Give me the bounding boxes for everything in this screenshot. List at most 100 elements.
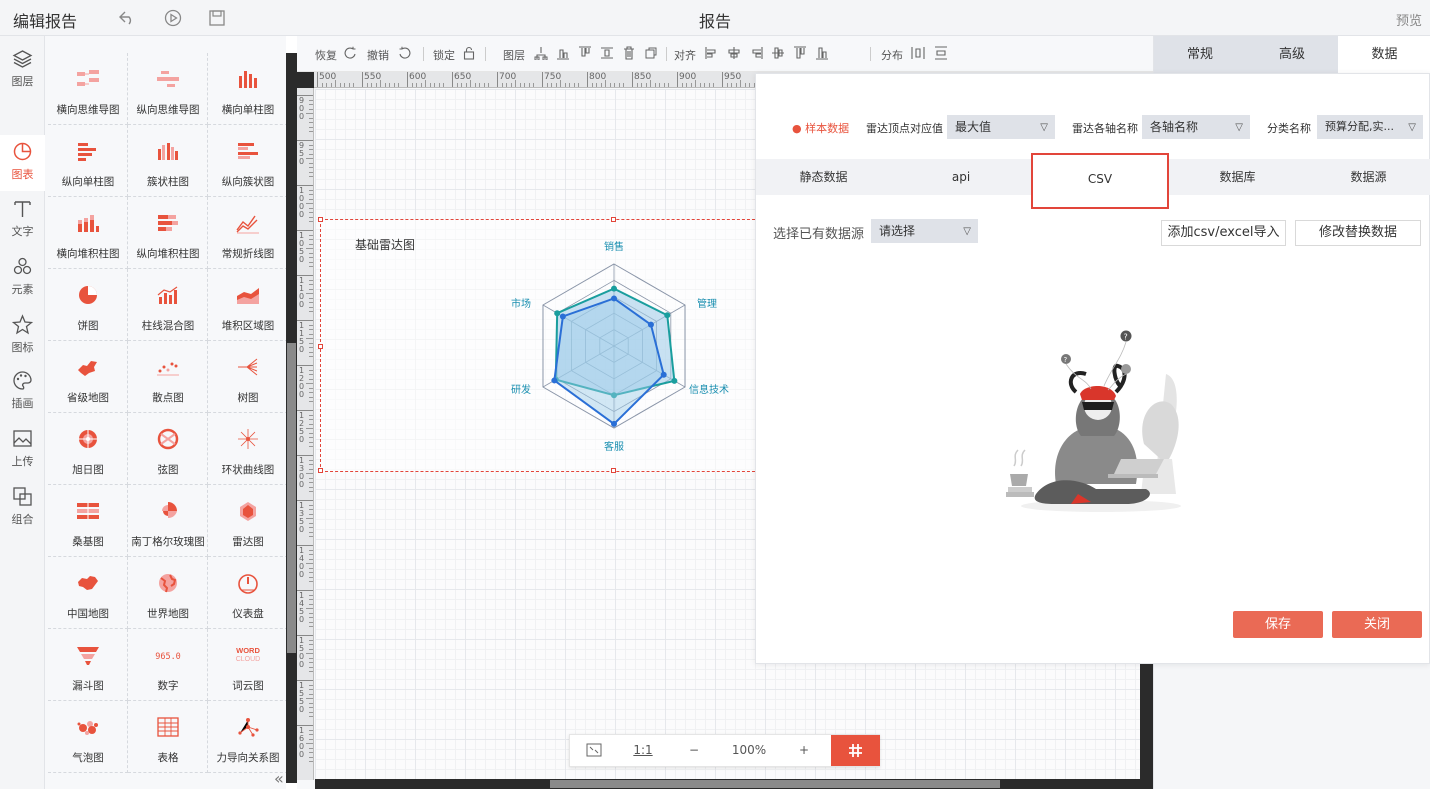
delete-icon[interactable]	[622, 46, 636, 60]
axis-name-select[interactable]: 各轴名称 ▽	[1142, 115, 1250, 139]
nav-item-0[interactable]: 图层	[0, 42, 45, 98]
palette-item-mindmap-v[interactable]: 纵向思维导图	[128, 53, 208, 125]
palette-item-china-map[interactable]: 中国地图	[48, 557, 128, 629]
ruler-minor-tick	[309, 378, 313, 380]
align-middle-icon[interactable]	[771, 46, 785, 60]
replace-data-button[interactable]: 修改替换数据	[1295, 220, 1421, 246]
data-tab[interactable]: 数据库	[1169, 159, 1306, 195]
zoom-out-button[interactable]: −	[674, 735, 714, 766]
palette-item-sankey[interactable]: 桑基图	[48, 485, 128, 557]
vertex-select[interactable]: 最大值 ▽	[947, 115, 1055, 139]
ruler-minor-tick	[309, 432, 313, 434]
align-left-icon[interactable]	[705, 46, 719, 60]
palette-item-cluster-bar-v[interactable]: 纵向簇状图	[208, 125, 286, 197]
data-tab[interactable]: 数据源	[1306, 159, 1430, 195]
zoom-in-button[interactable]: +	[784, 735, 824, 766]
sample-data-label[interactable]: ● 样本数据	[792, 120, 849, 136]
save-icon[interactable]	[207, 8, 227, 28]
align-bottom-edge-icon[interactable]	[815, 46, 829, 60]
palette-item-scatter[interactable]: 散点图	[128, 341, 208, 413]
save-button[interactable]: 保存	[1233, 611, 1323, 638]
palette-item-cluster-bar[interactable]: 簇状柱图	[128, 125, 208, 197]
close-button[interactable]: 关闭	[1332, 611, 1422, 638]
palette-scrollbar[interactable]	[286, 53, 297, 783]
ruler-minor-tick	[309, 527, 313, 528]
redo-icon[interactable]	[343, 46, 357, 60]
palette-item-wordcloud[interactable]: WORD CLOUD 词云图	[208, 629, 286, 701]
ruler-minor-tick	[309, 459, 313, 461]
palette-item-stacked-bar-h[interactable]: 横向堆积柱图	[48, 197, 128, 269]
distribute-h-icon[interactable]	[911, 46, 925, 60]
align-bottom-icon[interactable]	[556, 46, 570, 60]
align-top-icon[interactable]	[578, 46, 592, 60]
nav-item-3[interactable]: 元素	[0, 250, 45, 306]
grid-toggle-button[interactable]	[831, 735, 880, 766]
palette-item-radar[interactable]: 雷达图	[208, 485, 286, 557]
collapse-panel-icon[interactable]: «	[274, 769, 284, 788]
data-tab[interactable]: CSV	[1031, 153, 1169, 209]
palette-item-stacked-bar-v[interactable]: 纵向堆积柱图	[128, 197, 208, 269]
palette-item-chord[interactable]: 弦图	[128, 413, 208, 485]
play-icon[interactable]	[163, 8, 183, 28]
layer-bottom-icon[interactable]	[600, 46, 614, 60]
palette-item-bubble[interactable]: 气泡图	[48, 701, 128, 773]
align-right-icon[interactable]	[749, 46, 763, 60]
nav-item-6[interactable]: 上传	[0, 422, 45, 478]
palette-item-rose[interactable]: 南丁格尔玫瑰图	[128, 485, 208, 557]
area-icon	[237, 288, 259, 304]
align-center-h-icon[interactable]	[727, 46, 741, 60]
ruler-tick	[452, 72, 453, 87]
fit-screen-button[interactable]	[570, 735, 617, 766]
nav-item-5[interactable]: 插画	[0, 364, 45, 420]
layer-up-icon[interactable]	[534, 46, 548, 60]
right-panel-tab[interactable]: 高级	[1246, 36, 1338, 73]
palette-item-table[interactable]: 表格	[128, 701, 208, 773]
palette-item-force-graph[interactable]: 力导向关系图	[208, 701, 286, 773]
left-nav: 图层图表 文字 元素 图标 插画 上传 组合	[0, 36, 45, 789]
data-tab[interactable]: api	[891, 159, 1031, 195]
palette-item-bar-line[interactable]: 柱线混合图	[128, 269, 208, 341]
palette-item-number[interactable]: (965.0) 数字	[128, 629, 208, 701]
one-to-one-button[interactable]: 1:1	[623, 735, 663, 766]
palette-item-sunburst[interactable]: 旭日图	[48, 413, 128, 485]
right-panel-tab[interactable]: 常规	[1154, 36, 1246, 73]
nav-item-7[interactable]: 组合	[0, 480, 45, 536]
nav-item-2[interactable]: 文字	[0, 192, 45, 248]
data-tab[interactable]: 静态数据	[756, 159, 891, 195]
ruler-minor-tick	[663, 83, 665, 87]
lock-icon[interactable]	[462, 46, 476, 60]
palette-item-province-map[interactable]: 省级地图	[48, 341, 128, 413]
palette-item-radial-curve[interactable]: 环状曲线图	[208, 413, 286, 485]
align-top-edge-icon[interactable]	[793, 46, 807, 60]
nav-item-4[interactable]: 图标	[0, 308, 45, 364]
ruler-label: 1400	[299, 546, 305, 579]
import-csv-button[interactable]: 添加csv/excel导入	[1161, 220, 1286, 246]
undo-arrow-icon[interactable]	[398, 46, 412, 60]
palette-item-line-chart[interactable]: 常规折线图	[208, 197, 286, 269]
palette-item-funnel[interactable]: 漏斗图	[48, 629, 128, 701]
undo-icon[interactable]	[117, 8, 137, 28]
palette-scroll-thumb[interactable]	[287, 343, 296, 653]
palette-item-tree[interactable]: 树图	[208, 341, 286, 413]
right-panel-tab[interactable]: 数据	[1338, 36, 1430, 73]
palette-item-mindmap-h[interactable]: 横向思维导图	[48, 53, 128, 125]
undo-label[interactable]: 撤销	[367, 47, 389, 63]
preview-button[interactable]: 预览	[1396, 10, 1422, 29]
category-select[interactable]: 预算分配,实... ▽	[1317, 115, 1423, 139]
redo-label[interactable]: 恢复	[315, 47, 337, 63]
canvas-h-scrollbar[interactable]	[315, 779, 1153, 789]
distribute-v-icon[interactable]	[934, 46, 948, 60]
copy-icon[interactable]	[644, 46, 658, 60]
palette-item-pie[interactable]: 饼图	[48, 269, 128, 341]
datasource-select[interactable]: 请选择 ▽	[871, 219, 978, 243]
palette-item-area[interactable]: 堆积区域图	[208, 269, 286, 341]
palette-item-gauge[interactable]: 仪表盘	[208, 557, 286, 629]
palette-item-globe[interactable]: 世界地图	[128, 557, 208, 629]
data-dialog: ● 样本数据 雷达顶点对应值 最大值 ▽ 雷达各轴名称 各轴名称 ▽ 分类名称 预算…	[755, 73, 1430, 664]
nav-item-1[interactable]: 图表	[0, 135, 45, 191]
lock-label[interactable]: 锁定	[433, 47, 455, 63]
radar-chart-widget[interactable]: 基础雷达图 销售 管理 信息技术 客服 研发 市场	[318, 217, 760, 473]
palette-item-bar-v[interactable]: 纵向单柱图	[48, 125, 128, 197]
palette-item-bar-h[interactable]: 横向单柱图	[208, 53, 286, 125]
canvas-h-scroll-thumb[interactable]	[550, 780, 1000, 788]
